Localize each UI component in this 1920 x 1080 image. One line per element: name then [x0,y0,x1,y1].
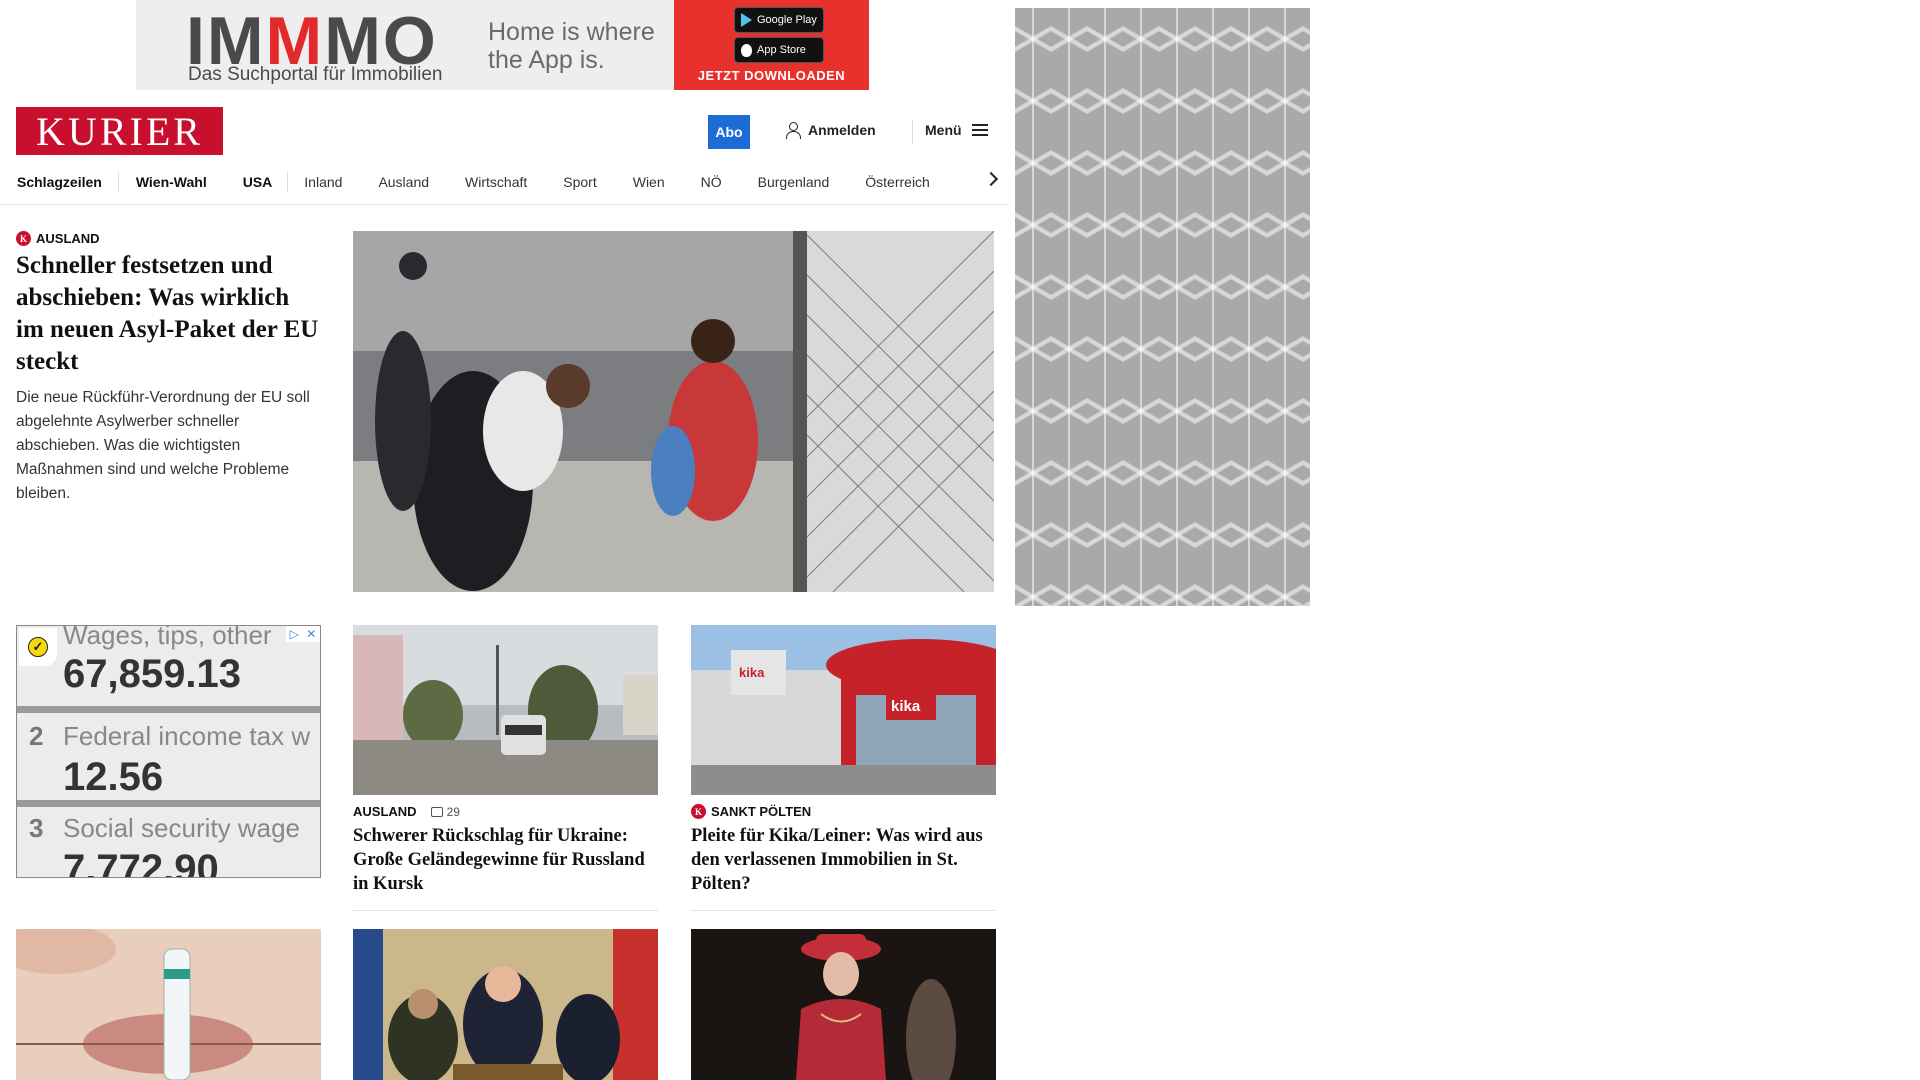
article-image[interactable] [691,929,996,1080]
ad-download-panel[interactable]: Google Play App Store JETZT DOWNLOADEN [674,0,869,90]
nav-item-schlagzeilen[interactable]: Schlagzeilen [17,174,102,190]
article-kicker[interactable]: K SANKT PÖLTEN [691,804,811,819]
article-image[interactable]: kika kika [691,625,996,795]
abo-button[interactable]: Abo [708,115,750,149]
ad-slogan: Home is where the App is. [488,18,655,74]
nav-item-wien[interactable]: Wien [633,174,665,190]
login-label: Anmelden [808,122,876,138]
nav-item-oesterreich[interactable]: Österreich [865,174,930,190]
ad-subline: Das Suchportal für Immobilien [188,64,443,85]
nav-item-sport[interactable]: Sport [563,174,596,190]
google-play-badge[interactable]: Google Play [734,7,824,33]
menu-button[interactable]: Menü [925,122,988,138]
nav-item-ausland[interactable]: Ausland [378,174,429,190]
hamburger-icon [971,124,988,136]
nav-item-inland[interactable]: Inland [304,174,342,190]
article-headline[interactable]: Pleite für Kika/Leiner: Was wird aus den… [691,824,996,896]
nav-item-wien-wahl[interactable]: Wien-Wahl [136,174,207,190]
card-divider [691,910,996,911]
article-image[interactable] [353,929,658,1080]
menu-label: Menü [925,122,962,138]
tax-row: 2 Federal income tax w 12.56 [17,713,320,809]
kurier-plus-icon: K [691,804,706,819]
tax-divider [17,800,320,807]
card-divider [353,910,658,911]
tax-divider [17,706,320,713]
app-store-badge[interactable]: App Store [734,37,824,63]
article-card[interactable]: kika kika K SANKT PÖLTEN Pleite für Kika… [691,625,996,896]
lead-teaser[interactable]: Die neue Rückführ-Verordnung der EU soll… [16,386,321,506]
comment-icon [430,806,443,817]
article-image[interactable] [16,929,321,1080]
lead-kicker[interactable]: K AUSLAND [16,231,100,246]
login-link[interactable]: Anmelden [786,122,876,139]
kurier-plus-icon: K [16,231,31,246]
nav-item-noe[interactable]: NÖ [701,174,722,190]
article-kicker[interactable]: AUSLAND [353,804,417,819]
nav-divider [117,172,119,192]
apple-icon [741,43,752,57]
chevron-right-icon[interactable] [983,171,999,187]
lead-headline[interactable]: Schneller festsetzen und abschieben: Was… [16,250,321,378]
nav-item-wirtschaft[interactable]: Wirtschaft [465,174,527,190]
header-divider [912,120,913,144]
comment-count[interactable]: 29 [430,805,460,819]
kurier-logo[interactable]: KURIER [16,107,223,155]
adchoices-icon[interactable]: ▷ ✕ [286,626,320,642]
ad-cta-label[interactable]: JETZT DOWNLOADEN [674,68,869,83]
kika-sign: kika [739,665,765,680]
user-icon [786,122,801,139]
section-nav: Schlagzeilen Wien-Wahl USA Inland Auslan… [0,160,1008,205]
google-play-icon [741,13,752,27]
nav-item-usa[interactable]: USA [243,174,273,190]
verified-check-icon: ✓ [19,628,57,666]
skyscraper-ad[interactable] [1015,8,1310,606]
article-meta: AUSLAND 29 [353,804,658,819]
tax-form-ad[interactable]: Wages, tips, other 67,859.13 2 Federal i… [16,625,321,878]
top-banner-ad[interactable]: IMMMO Das Suchportal für Immobilien Home… [136,0,869,90]
tax-row: Wages, tips, other 67,859.13 [17,626,320,706]
kika-sign: kika [891,698,921,715]
nav-divider [287,172,289,192]
article-headline[interactable]: Schwerer Rückschlag für Ukraine: Große G… [353,824,658,896]
article-card[interactable]: AUSLAND 29 Schwerer Rückschlag für Ukrai… [353,625,658,896]
lead-image[interactable] [353,231,994,592]
tax-row: 3 Social security wage 7,772.90 [17,807,320,877]
article-image[interactable] [353,625,658,795]
nav-item-burgenland[interactable]: Burgenland [758,174,830,190]
article-meta: K SANKT PÖLTEN [691,804,996,819]
